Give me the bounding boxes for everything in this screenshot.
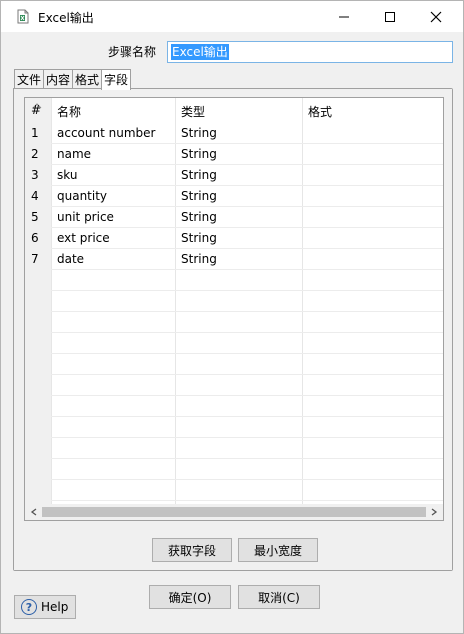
help-button[interactable]: ? Help xyxy=(14,595,76,619)
maximize-icon xyxy=(385,11,395,22)
horizontal-scrollbar[interactable] xyxy=(25,504,443,520)
row-number: 1 xyxy=(31,126,39,140)
row-gridline xyxy=(51,248,443,249)
table-row[interactable]: 3 sku String xyxy=(25,165,443,186)
title-bar[interactable]: Excel输出 xyxy=(1,1,463,32)
row-gridline xyxy=(51,437,443,438)
field-name[interactable]: sku xyxy=(57,168,77,182)
row-number: 3 xyxy=(31,168,39,182)
close-icon xyxy=(430,11,442,22)
row-gridline xyxy=(51,143,443,144)
tab-fields[interactable]: 字段 xyxy=(101,69,132,90)
row-gridline xyxy=(51,500,443,501)
row-gridline xyxy=(51,458,443,459)
ok-button[interactable]: 确定(O) xyxy=(149,585,231,609)
header-type[interactable]: 类型 xyxy=(181,103,205,120)
table-row[interactable]: 1 account number String xyxy=(25,123,443,144)
row-gridline xyxy=(51,290,443,291)
table-row[interactable]: 5 unit price String xyxy=(25,207,443,228)
help-label: Help xyxy=(41,600,69,614)
field-name[interactable]: date xyxy=(57,252,84,266)
field-name[interactable]: name xyxy=(57,147,91,161)
table-row[interactable]: 7 date String xyxy=(25,249,443,270)
dialog-window: Excel输出 步骤名称 Excel输出 文件 内容 格式 字段 # 名称 类型… xyxy=(0,0,464,634)
table-row[interactable]: 4 quantity String xyxy=(25,186,443,207)
table-row[interactable]: 2 name String xyxy=(25,144,443,165)
close-button[interactable] xyxy=(413,1,459,32)
field-type[interactable]: String xyxy=(181,168,217,182)
row-gridline xyxy=(51,164,443,165)
field-type[interactable]: String xyxy=(181,210,217,224)
minimize-button[interactable] xyxy=(321,1,367,32)
field-type[interactable]: String xyxy=(181,147,217,161)
row-gridline xyxy=(51,395,443,396)
fields-table[interactable]: # 名称 类型 格式 1 account number String 2 nam… xyxy=(24,97,444,521)
row-gridline xyxy=(51,227,443,228)
row-gridline xyxy=(51,311,443,312)
row-gridline xyxy=(51,416,443,417)
tab-strip: 文件 内容 格式 字段 xyxy=(14,69,132,90)
header-number[interactable]: # xyxy=(31,103,41,117)
row-gridline xyxy=(51,269,443,270)
field-type[interactable]: String xyxy=(181,189,217,203)
row-number: 6 xyxy=(31,231,39,245)
row-gridline xyxy=(51,479,443,480)
step-name-input[interactable]: Excel输出 xyxy=(167,41,453,63)
field-type[interactable]: String xyxy=(181,126,217,140)
header-name[interactable]: 名称 xyxy=(57,103,81,120)
help-icon: ? xyxy=(21,599,37,615)
field-type[interactable]: String xyxy=(181,231,217,245)
tab-format[interactable]: 格式 xyxy=(72,69,103,89)
row-gridline xyxy=(51,353,443,354)
field-name[interactable]: account number xyxy=(57,126,155,140)
document-icon xyxy=(16,9,30,24)
maximize-button[interactable] xyxy=(367,1,413,32)
minimize-icon xyxy=(339,16,349,17)
row-gridline xyxy=(51,374,443,375)
row-gridline xyxy=(51,206,443,207)
scroll-left-icon[interactable] xyxy=(27,505,41,519)
tab-panel-fields: # 名称 类型 格式 1 account number String 2 nam… xyxy=(13,88,453,571)
scroll-right-icon[interactable] xyxy=(427,505,441,519)
table-grid: # 名称 类型 格式 1 account number String 2 nam… xyxy=(25,98,443,504)
tab-file[interactable]: 文件 xyxy=(14,69,45,89)
field-type[interactable]: String xyxy=(181,252,217,266)
get-fields-button[interactable]: 获取字段 xyxy=(152,538,232,562)
cancel-button[interactable]: 取消(C) xyxy=(238,585,320,609)
row-gridline xyxy=(51,185,443,186)
row-number: 2 xyxy=(31,147,39,161)
field-name[interactable]: ext price xyxy=(57,231,110,245)
step-name-value: Excel输出 xyxy=(171,44,229,60)
scrollbar-thumb[interactable] xyxy=(42,507,426,517)
window-title: Excel输出 xyxy=(38,11,94,25)
row-number: 5 xyxy=(31,210,39,224)
row-number: 4 xyxy=(31,189,39,203)
row-number: 7 xyxy=(31,252,39,266)
table-row[interactable]: 6 ext price String xyxy=(25,228,443,249)
field-name[interactable]: quantity xyxy=(57,189,107,203)
field-name[interactable]: unit price xyxy=(57,210,114,224)
row-gridline xyxy=(51,332,443,333)
step-name-label: 步骤名称 xyxy=(108,45,157,59)
header-format[interactable]: 格式 xyxy=(308,103,332,120)
table-header: # 名称 类型 格式 xyxy=(25,98,443,122)
tab-content[interactable]: 内容 xyxy=(43,69,74,89)
min-width-button[interactable]: 最小宽度 xyxy=(238,538,318,562)
